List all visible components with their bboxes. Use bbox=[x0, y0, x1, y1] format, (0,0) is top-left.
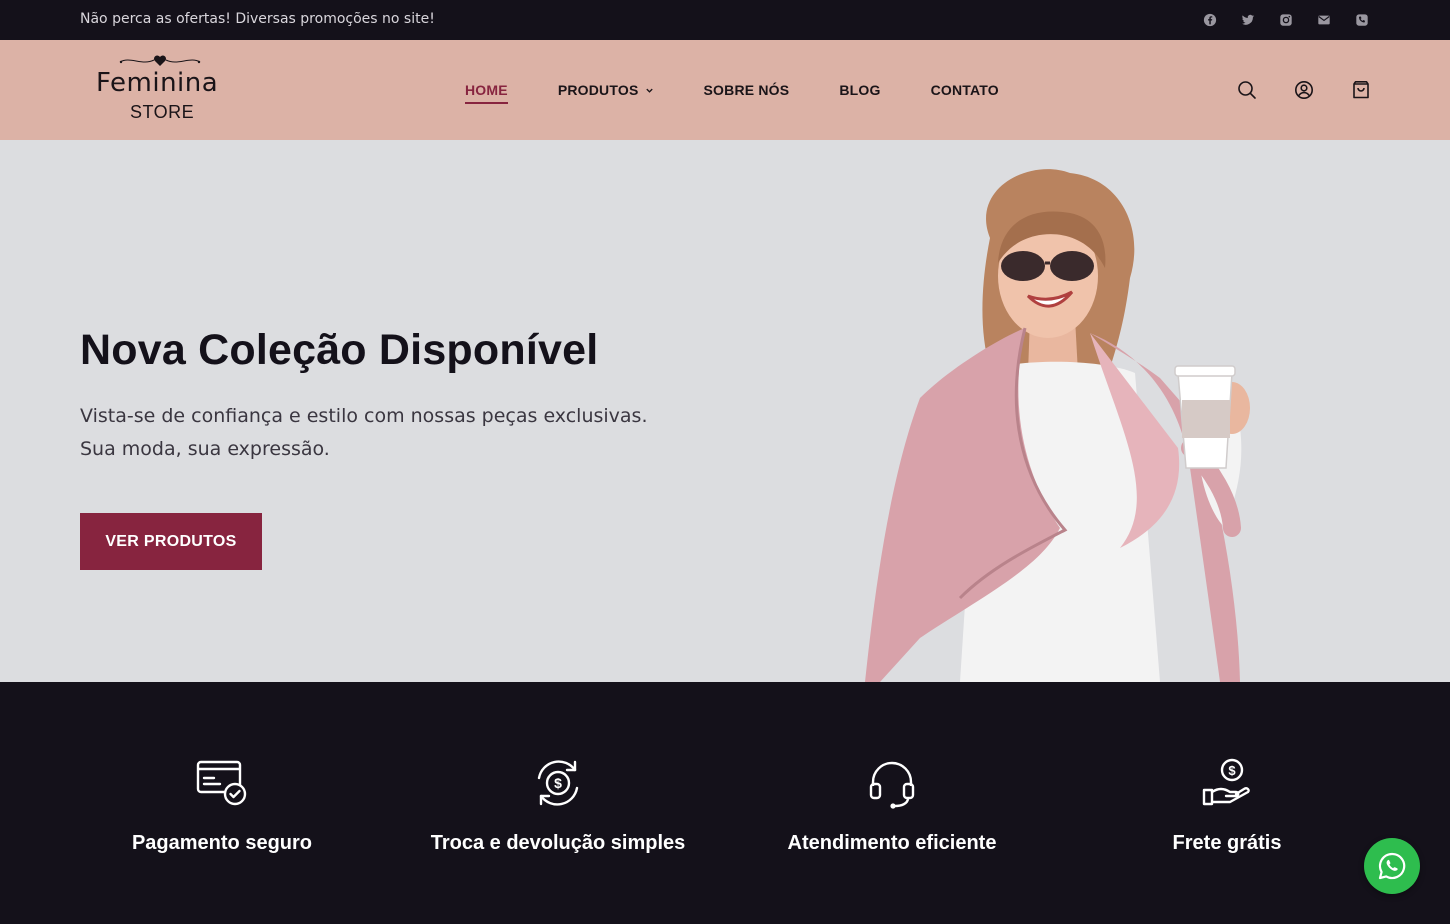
heart-ornament-icon bbox=[119, 55, 201, 66]
feature-label: Troca e devolução simples bbox=[430, 832, 686, 854]
chevron-down-icon bbox=[645, 88, 653, 93]
svg-text:$: $ bbox=[1228, 763, 1236, 778]
top-bar: Não perca as ofertas! Diversas promoções… bbox=[0, 0, 1450, 40]
hero-title: Nova Coleção Disponível bbox=[80, 326, 599, 374]
instagram-icon[interactable] bbox=[1278, 12, 1294, 28]
site-header: Feminina STORE HOME PRODUTOS SOBRE NÓS B… bbox=[0, 40, 1450, 140]
hero-banner: Nova Coleção Disponível Vista-se de conf… bbox=[0, 140, 1450, 682]
features-strip: Pagamento seguro $ Troca e devolução sim… bbox=[0, 682, 1450, 924]
nav-blog[interactable]: BLOG bbox=[839, 82, 880, 98]
nav-sobre[interactable]: SOBRE NÓS bbox=[704, 82, 790, 98]
hero-model-image bbox=[865, 169, 1250, 682]
mail-icon[interactable] bbox=[1316, 12, 1332, 28]
social-links bbox=[1202, 12, 1370, 28]
feature-label: Frete grátis bbox=[1172, 832, 1282, 854]
nav-produtos-label: PRODUTOS bbox=[557, 82, 639, 98]
feature-label: Atendimento eficiente bbox=[787, 832, 997, 854]
nav-home[interactable]: HOME bbox=[465, 82, 508, 104]
nav-contato-label: CONTATO bbox=[930, 82, 999, 98]
logo-brand: Feminina bbox=[96, 68, 219, 98]
feature-free-shipping: $ Frete grátis bbox=[1077, 756, 1377, 855]
feature-support: Atendimento eficiente bbox=[742, 756, 1042, 855]
search-icon[interactable] bbox=[1237, 80, 1257, 100]
facebook-icon[interactable] bbox=[1202, 12, 1218, 28]
feature-secure-payment: Pagamento seguro bbox=[72, 756, 372, 855]
cart-icon[interactable] bbox=[1351, 80, 1371, 100]
twitter-icon[interactable] bbox=[1240, 12, 1256, 28]
account-icon[interactable] bbox=[1294, 80, 1314, 100]
feature-label: Pagamento seguro bbox=[131, 832, 313, 854]
header-actions bbox=[1237, 80, 1371, 100]
store-logo[interactable]: Feminina STORE bbox=[96, 52, 226, 126]
nav-home-label: HOME bbox=[465, 82, 508, 98]
promo-text: Não perca as ofertas! Diversas promoções… bbox=[80, 11, 435, 27]
nav-contato[interactable]: CONTATO bbox=[931, 82, 999, 98]
nav-produtos[interactable]: PRODUTOS bbox=[558, 82, 654, 98]
whatsapp-button[interactable] bbox=[1364, 838, 1420, 894]
view-products-button[interactable]: VER PRODUTOS bbox=[80, 513, 262, 570]
logo-store: STORE bbox=[130, 102, 195, 122]
nav-blog-label: BLOG bbox=[839, 82, 881, 98]
headset-icon bbox=[869, 761, 915, 809]
secure-payment-icon bbox=[196, 760, 247, 806]
nav-sobre-label: SOBRE NÓS bbox=[703, 82, 790, 98]
hero-subtitle-line2: Sua moda, sua expressão. bbox=[80, 438, 330, 460]
main-nav: HOME PRODUTOS SOBRE NÓS BLOG CONTATO bbox=[465, 40, 1049, 140]
whatsapp-icon bbox=[1378, 852, 1406, 880]
exchange-icon: $ bbox=[537, 760, 579, 806]
free-shipping-icon: $ bbox=[1202, 758, 1250, 806]
hero-subtitle: Vista-se de confiança e estilo com nossa… bbox=[80, 400, 700, 466]
feature-exchange: $ Troca e devolução simples bbox=[408, 756, 708, 855]
hero-subtitle-line1: Vista-se de confiança e estilo com nossa… bbox=[80, 405, 648, 427]
svg-text:$: $ bbox=[554, 775, 562, 791]
phone-icon[interactable] bbox=[1354, 12, 1370, 28]
